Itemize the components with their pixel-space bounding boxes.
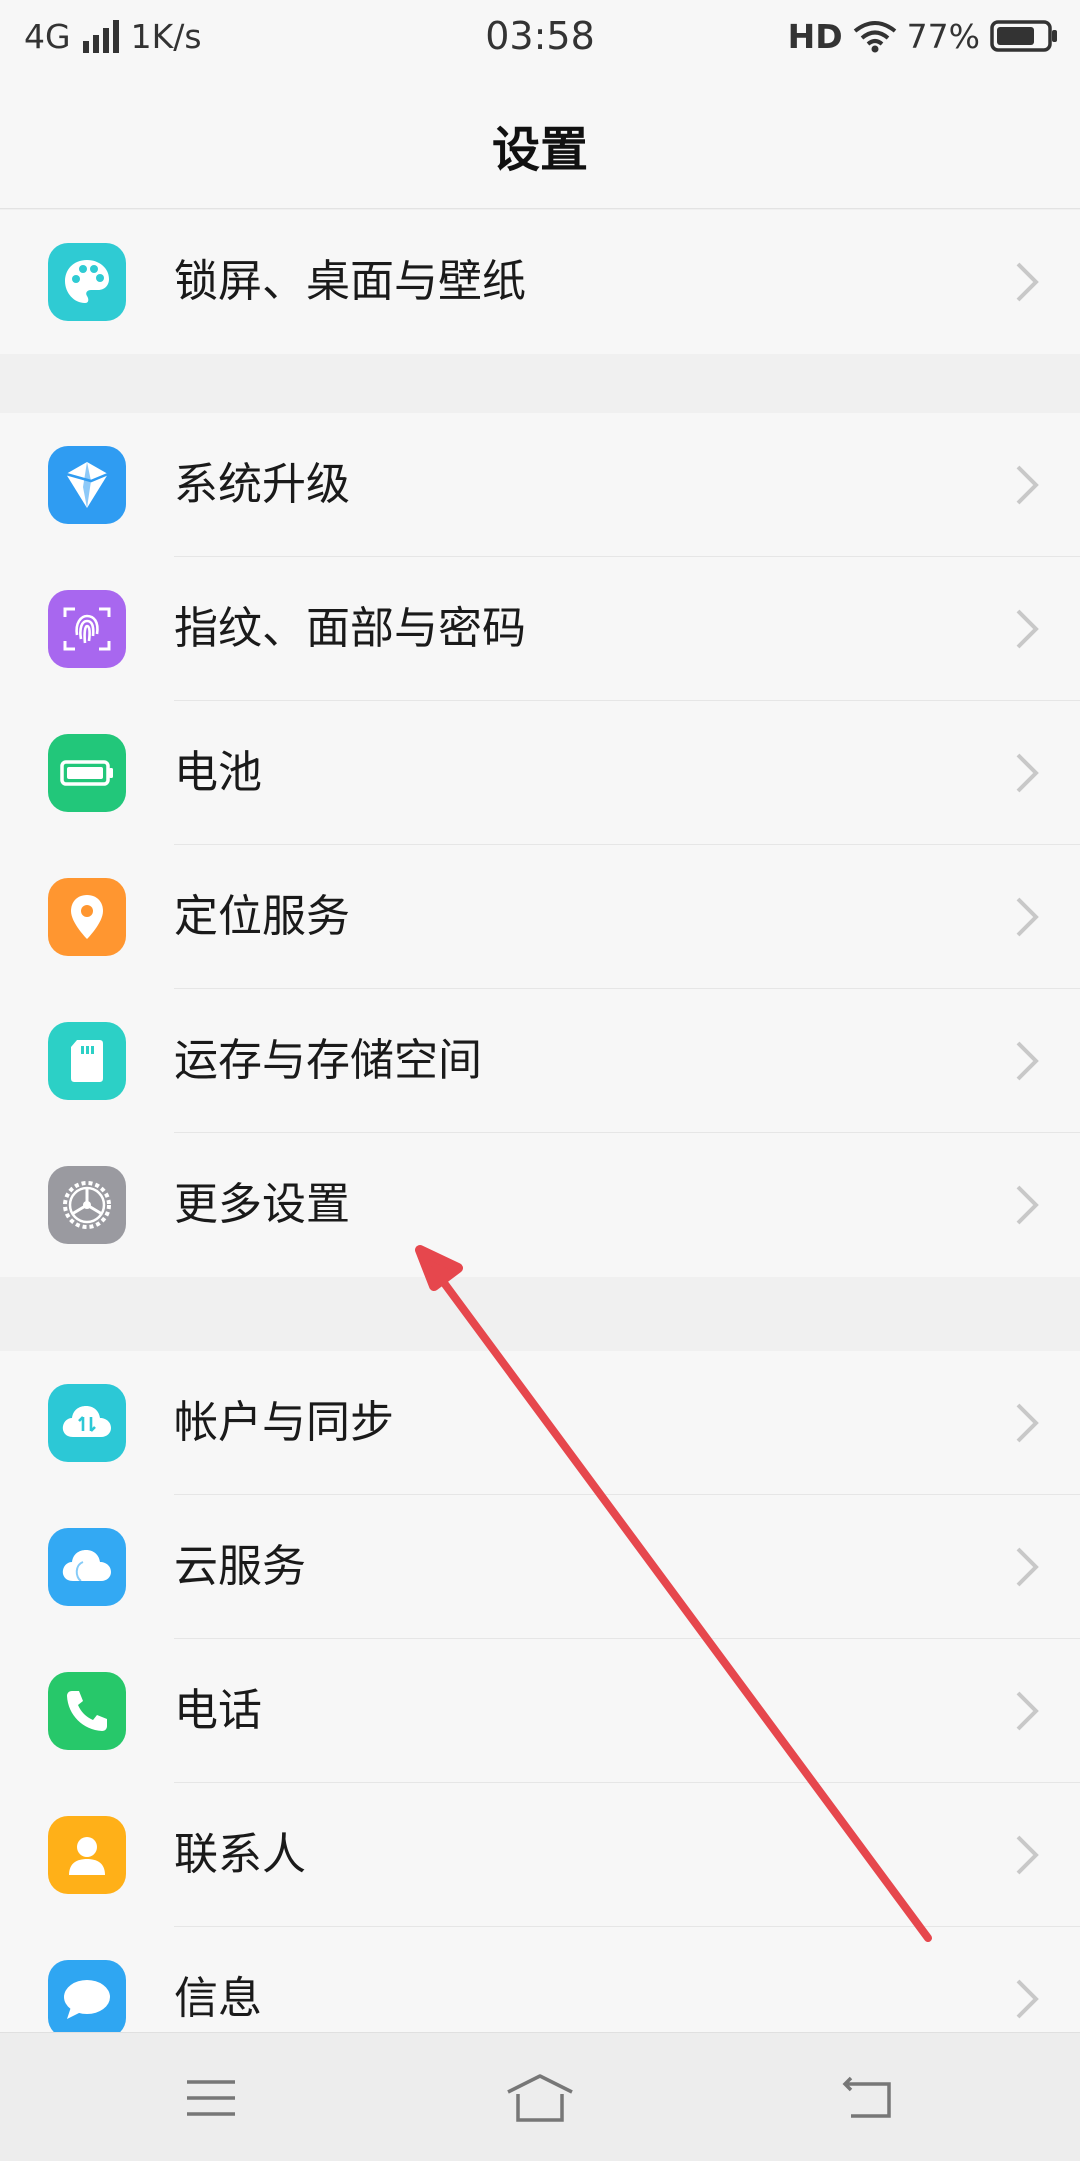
chevron-right-icon: [1016, 1185, 1039, 1225]
cloud-icon: [48, 1528, 126, 1606]
page-title: 设置: [491, 122, 588, 178]
menu-icon: [187, 2080, 235, 2116]
chevron-right-icon: [1016, 897, 1039, 937]
sd-card-icon: [48, 1022, 126, 1100]
settings-item-system-upgrade[interactable]: 系统升级: [0, 413, 1080, 557]
home-icon: [507, 2074, 573, 2122]
settings-item-accounts-sync[interactable]: 帐户与同步: [0, 1351, 1080, 1495]
contact-icon: [48, 1816, 126, 1894]
settings-item-label: 联系人: [174, 1829, 306, 1880]
palette-icon: [48, 243, 126, 321]
cloud-sync-icon: [48, 1384, 126, 1462]
settings-item-label: 指纹、面部与密码: [174, 603, 526, 654]
menu-button[interactable]: [166, 2053, 256, 2143]
settings-item-label: 更多设置: [174, 1179, 350, 1230]
chevron-right-icon: [1016, 753, 1039, 793]
wifi-icon: [853, 21, 896, 53]
back-button[interactable]: [824, 2053, 914, 2143]
settings-item-cloud-service[interactable]: 云服务: [0, 1495, 1080, 1639]
settings-item-lockscreen-wallpaper[interactable]: 锁屏、桌面与壁纸: [0, 210, 1080, 354]
navigation-bar: [0, 2032, 1080, 2161]
chevron-right-icon: [1016, 1979, 1039, 2019]
chevron-right-icon: [1016, 1041, 1039, 1081]
back-icon: [842, 2076, 891, 2118]
settings-item-fingerprint-face-password[interactable]: 指纹、面部与密码: [0, 557, 1080, 701]
settings-item-label: 定位服务: [174, 891, 350, 942]
chevron-right-icon: [1016, 465, 1039, 505]
settings-item-label: 系统升级: [174, 459, 350, 510]
home-button[interactable]: [495, 2053, 585, 2143]
settings-group-display: 锁屏、桌面与壁纸: [0, 210, 1080, 354]
gear-icon: [48, 1166, 126, 1244]
battery-percent: 77%: [906, 16, 980, 56]
chevron-right-icon: [1016, 262, 1039, 302]
chevron-right-icon: [1016, 1691, 1039, 1731]
chevron-right-icon: [1016, 1403, 1039, 1443]
settings-item-contacts[interactable]: 联系人: [0, 1783, 1080, 1927]
chevron-right-icon: [1016, 1547, 1039, 1587]
settings-item-location-services[interactable]: 定位服务: [0, 845, 1080, 989]
fingerprint-icon: [48, 590, 126, 668]
battery-status-icon: [990, 20, 1057, 52]
settings-item-phone[interactable]: 电话: [0, 1639, 1080, 1783]
header: 设置: [0, 72, 1080, 209]
settings-item-label: 云服务: [174, 1541, 306, 1592]
settings-item-label: 帐户与同步: [174, 1397, 394, 1448]
settings-group-system: 系统升级 指纹、面部与密码 电池 定位服务 运存与存储空间 更多设置: [0, 413, 1080, 1277]
chevron-right-icon: [1016, 1835, 1039, 1875]
settings-item-label: 电池: [174, 747, 262, 798]
status-right: HD 77%: [788, 14, 1060, 58]
system-upgrade-icon: [48, 446, 126, 524]
message-icon: [48, 1960, 126, 2038]
settings-item-more-settings[interactable]: 更多设置: [0, 1133, 1080, 1277]
phone-icon: [48, 1672, 126, 1750]
settings-group-apps: 帐户与同步 云服务 电话 联系人 信息: [0, 1351, 1080, 2071]
settings-item-label: 锁屏、桌面与壁纸: [174, 256, 526, 307]
settings-item-ram-storage[interactable]: 运存与存储空间: [0, 989, 1080, 1133]
settings-item-label: 电话: [174, 1685, 262, 1736]
settings-item-label: 运存与存储空间: [174, 1035, 482, 1086]
location-pin-icon: [48, 878, 126, 956]
status-bar: 4G 1K/s 03:58 HD 77%: [0, 0, 1080, 72]
hd-indicator: HD: [787, 16, 843, 56]
chevron-right-icon: [1016, 609, 1039, 649]
battery-icon: [48, 734, 126, 812]
settings-item-battery[interactable]: 电池: [0, 701, 1080, 845]
